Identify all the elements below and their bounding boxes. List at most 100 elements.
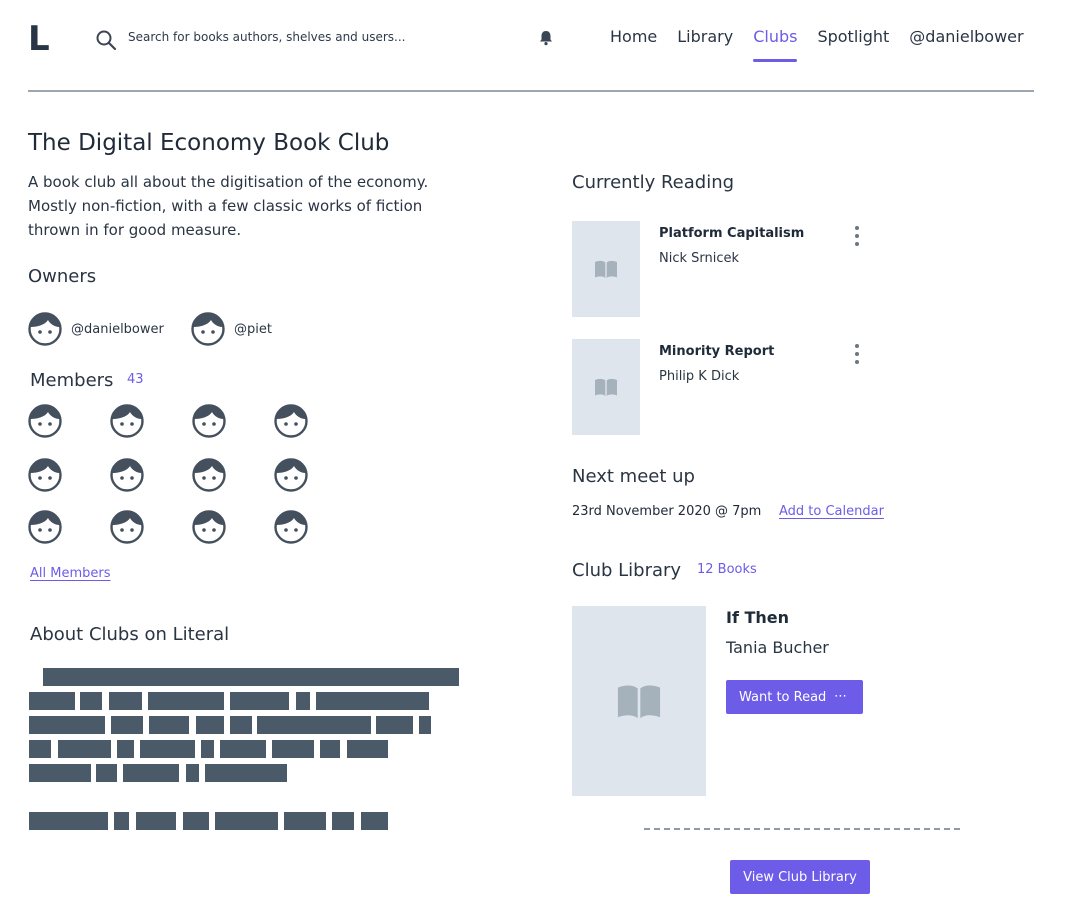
redacted-word-block: [257, 716, 371, 734]
redacted-word-block: [29, 692, 75, 710]
redacted-word-block: [29, 812, 108, 830]
nav-spotlight[interactable]: Spotlight: [817, 27, 889, 46]
redacted-word-block: [183, 812, 209, 830]
member-avatar-icon[interactable]: [110, 510, 144, 544]
club-library-heading: Club Library: [572, 560, 682, 581]
open-book-icon: [595, 260, 617, 278]
nav-home[interactable]: Home: [610, 27, 657, 46]
next-meetup-heading: Next meet up: [572, 466, 695, 487]
redacted-word-block: [230, 692, 289, 710]
view-club-library-button[interactable]: View Club Library: [730, 860, 870, 894]
top-header: L Home Library Clubs Spotlight @danielbo…: [0, 0, 1080, 92]
redacted-word-block: [296, 692, 310, 710]
redacted-word-block: [230, 716, 252, 734]
redacted-word-block: [419, 716, 431, 734]
redacted-word-block: [361, 812, 388, 830]
members-count: 43: [127, 372, 144, 387]
reading-book-row[interactable]: Minority Report Philip K Dick: [572, 339, 872, 435]
book-author[interactable]: Nick Srnicek: [659, 251, 739, 266]
book-title[interactable]: Minority Report: [659, 344, 774, 359]
redacted-word-block: [284, 812, 326, 830]
member-avatar-icon[interactable]: [274, 404, 308, 438]
more-options-icon[interactable]: [852, 343, 862, 365]
member-avatar-icon[interactable]: [192, 510, 226, 544]
featured-book-title[interactable]: If Then: [726, 608, 789, 627]
header-divider: [28, 90, 1034, 92]
redacted-word-block: [220, 740, 266, 758]
redacted-word-block: [320, 740, 340, 758]
redacted-word-block: [117, 740, 134, 758]
owner-item[interactable]: @piet: [191, 312, 272, 346]
want-to-read-label: Want to Read: [739, 689, 827, 705]
book-author[interactable]: Philip K Dick: [659, 369, 739, 384]
owner-handle: @danielbower: [71, 321, 164, 337]
members-heading: Members: [30, 370, 114, 391]
want-to-read-button[interactable]: Want to Read ⋯: [726, 680, 863, 714]
redacted-word-block: [347, 740, 388, 758]
redacted-word-block: [123, 764, 179, 782]
all-members-link[interactable]: All Members: [30, 566, 111, 581]
library-book-count[interactable]: 12 Books: [697, 562, 757, 577]
member-avatar-icon[interactable]: [274, 458, 308, 492]
face-avatar-icon: [191, 312, 225, 346]
about-heading: About Clubs on Literal: [30, 624, 230, 645]
redacted-word-block: [272, 740, 314, 758]
book-cover-placeholder: [572, 221, 640, 317]
want-to-read-more-icon[interactable]: ⋯: [834, 689, 848, 704]
member-avatar-icon[interactable]: [28, 458, 62, 492]
bell-icon[interactable]: [537, 29, 555, 47]
redacted-word-block: [149, 716, 189, 734]
member-avatar-icon[interactable]: [28, 510, 62, 544]
open-book-icon: [617, 685, 661, 719]
redacted-word-block: [58, 740, 111, 758]
reading-book-row[interactable]: Platform Capitalism Nick Srnicek: [572, 221, 872, 317]
owner-item[interactable]: @danielbower: [28, 312, 164, 346]
dashed-divider: [644, 828, 960, 830]
owner-handle: @piet: [234, 321, 272, 337]
main-nav: Home Library Clubs Spotlight @danielbowe…: [610, 27, 1044, 62]
redacted-word-block: [186, 764, 199, 782]
face-avatar-icon: [28, 312, 62, 346]
nav-library[interactable]: Library: [677, 27, 733, 46]
member-avatar-icon[interactable]: [110, 404, 144, 438]
nav-clubs[interactable]: Clubs: [753, 27, 798, 62]
currently-reading-heading: Currently Reading: [572, 172, 735, 193]
nav-profile[interactable]: @danielbower: [909, 27, 1023, 46]
redacted-word-block: [67, 668, 459, 686]
add-to-calendar-link[interactable]: Add to Calendar: [779, 504, 884, 519]
redacted-word-block: [114, 812, 129, 830]
member-avatar-icon[interactable]: [28, 404, 62, 438]
member-avatar-icon[interactable]: [192, 404, 226, 438]
literal-logo[interactable]: L: [28, 22, 50, 56]
owners-heading: Owners: [28, 266, 97, 287]
redacted-word-block: [111, 716, 143, 734]
redacted-word-block: [196, 716, 224, 734]
redacted-word-block: [376, 716, 413, 734]
meetup-date: 23rd November 2020 @ 7pm: [572, 504, 762, 519]
club-description: A book club all about the digitisation o…: [28, 173, 429, 239]
book-title[interactable]: Platform Capitalism: [659, 226, 804, 241]
member-avatar-icon[interactable]: [192, 458, 226, 492]
redacted-word-block: [148, 692, 224, 710]
redacted-word-block: [96, 764, 117, 782]
redacted-word-block: [136, 812, 176, 830]
redacted-word-block: [417, 692, 429, 710]
search-input[interactable]: [128, 30, 428, 44]
redacted-word-block: [205, 764, 287, 782]
club-title: The Digital Economy Book Club: [28, 130, 390, 156]
member-avatar-icon[interactable]: [274, 510, 308, 544]
redacted-word-block: [332, 812, 354, 830]
redacted-word-block: [215, 812, 278, 830]
redacted-word-block: [316, 692, 425, 710]
open-book-icon: [595, 378, 617, 396]
redacted-word-block: [201, 740, 214, 758]
redacted-word-block: [80, 692, 102, 710]
featured-book-author[interactable]: Tania Bucher: [726, 638, 829, 657]
search-icon[interactable]: [95, 29, 117, 51]
redacted-word-block: [109, 692, 142, 710]
featured-book-cover-placeholder[interactable]: [572, 606, 706, 796]
redacted-word-block: [29, 740, 51, 758]
redacted-word-block: [140, 740, 195, 758]
member-avatar-icon[interactable]: [110, 458, 144, 492]
more-options-icon[interactable]: [852, 225, 862, 247]
